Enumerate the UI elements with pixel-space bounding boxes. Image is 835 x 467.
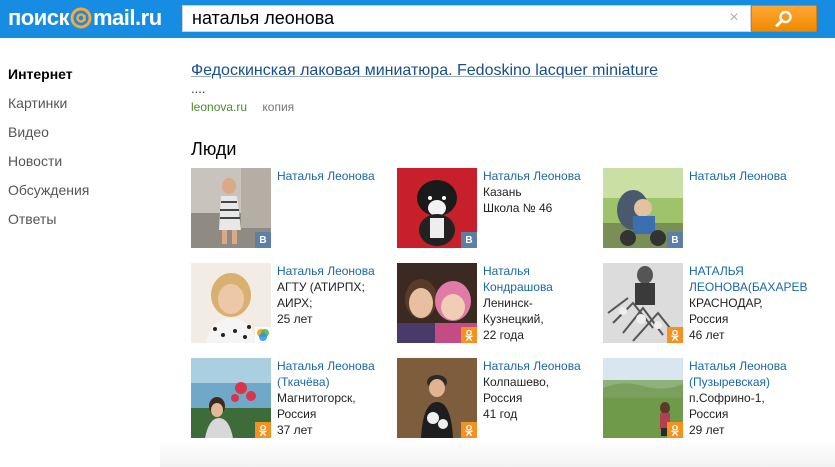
person-name-link[interactable]: Наталья bbox=[483, 263, 601, 279]
odnoklassniki-icon bbox=[255, 422, 271, 438]
result-cached-copy-link[interactable]: копия bbox=[262, 100, 294, 114]
person-name-link[interactable]: Наталья Леонова bbox=[483, 168, 601, 184]
result-meta: leonova.ru копия bbox=[191, 100, 811, 114]
person-info: Наталья Леонова bbox=[689, 168, 807, 184]
person-photo[interactable] bbox=[603, 358, 683, 438]
person-info: Наталья Леонова АГТУ (АТИРПХ; АИРХ; 25 л… bbox=[277, 263, 395, 327]
person-photo[interactable] bbox=[603, 263, 683, 343]
sidebar-item-answers[interactable]: Ответы bbox=[8, 211, 158, 240]
person-card: В Наталья Леонова Казань Школа № 46 bbox=[397, 168, 597, 250]
page-bottom-fade bbox=[160, 440, 835, 467]
person-info: Наталья Леонова (Пузыревская) п.Софрино-… bbox=[689, 358, 807, 438]
vkontakte-icon: В bbox=[255, 232, 271, 248]
person-info: НАТАЛЬЯ ЛЕОНОВА(БАХАРЕВА) КРАСНОДАР, Рос… bbox=[689, 263, 807, 343]
person-photo[interactable]: В bbox=[603, 168, 683, 248]
search-result: Федоскинская лаковая миниатюра. Fedoskin… bbox=[191, 62, 811, 114]
at-sign-logo-icon bbox=[70, 7, 92, 29]
magnifier-icon bbox=[775, 10, 792, 27]
person-card: НАТАЛЬЯ ЛЕОНОВА(БАХАРЕВА) КРАСНОДАР, Рос… bbox=[603, 263, 807, 345]
person-name-link-cont[interactable]: (Пузыревская) bbox=[689, 374, 807, 390]
person-country: Россия bbox=[483, 391, 523, 405]
person-name-link-cont[interactable]: (Ткачёва) bbox=[277, 374, 395, 390]
person-age: 22 года bbox=[483, 328, 524, 342]
sidebar-nav: Интернет Картинки Видео Новости Обсужден… bbox=[8, 66, 158, 240]
result-snippet: .... bbox=[191, 81, 206, 96]
odnoklassniki-icon bbox=[461, 422, 477, 438]
person-city-cont: Кузнецкий, bbox=[483, 312, 544, 326]
person-photo[interactable] bbox=[191, 358, 271, 438]
person-photo[interactable] bbox=[397, 263, 477, 343]
sidebar-item-internet[interactable]: Интернет bbox=[8, 66, 158, 95]
person-card: В Наталья Леонова bbox=[603, 168, 803, 250]
person-age: 37 лет bbox=[277, 423, 313, 437]
person-university: АГТУ (АТИРПХ; bbox=[277, 280, 365, 294]
person-card: Наталья Леонова Колпашево, Россия 41 год bbox=[397, 358, 597, 440]
search-input[interactable] bbox=[183, 6, 723, 31]
person-card: Наталья Леонова (Пузыревская) п.Софрино-… bbox=[603, 358, 803, 440]
person-age: 46 лет bbox=[689, 328, 725, 342]
people-section-title: Люди bbox=[191, 139, 237, 159]
person-info: Наталья Леонова (Ткачёва) Магнитогорск, … bbox=[277, 358, 395, 438]
result-url-link[interactable]: leonova.ru bbox=[191, 100, 247, 114]
result-title-link[interactable]: Федоскинская лаковая миниатюра. Fedoskin… bbox=[191, 62, 658, 80]
person-city: п.Софрино-1, bbox=[689, 391, 765, 405]
person-country: Россия bbox=[689, 407, 729, 421]
person-photo[interactable]: В bbox=[397, 168, 477, 248]
person-school: Школа № 46 bbox=[483, 201, 553, 215]
person-name-link-cont[interactable]: ЛЕОНОВА(БАХАРЕВА) bbox=[689, 279, 807, 295]
person-age: 25 лет bbox=[277, 312, 313, 326]
sidebar-item-images[interactable]: Картинки bbox=[8, 95, 158, 124]
person-photo[interactable] bbox=[191, 263, 271, 343]
vkontakte-icon: В bbox=[667, 232, 683, 248]
moi-mir-icon bbox=[255, 327, 271, 343]
person-photo[interactable] bbox=[397, 358, 477, 438]
header-bar: поиск mail.ru × bbox=[0, 0, 835, 38]
person-name-link[interactable]: Наталья Леонова bbox=[689, 358, 807, 374]
odnoklassniki-icon bbox=[667, 327, 683, 343]
odnoklassniki-icon bbox=[461, 327, 477, 343]
person-card: Наталья Леонова (Ткачёва) Магнитогорск, … bbox=[191, 358, 391, 440]
person-city: Колпашево, bbox=[483, 375, 550, 389]
person-name-link-cont[interactable]: Кондрашова bbox=[483, 279, 601, 295]
person-city: Магнитогорск, bbox=[277, 391, 356, 405]
odnoklassniki-icon bbox=[667, 422, 683, 438]
vkontakte-icon: В bbox=[461, 232, 477, 248]
person-city: Казань bbox=[483, 185, 522, 199]
sidebar-item-discussions[interactable]: Обсуждения bbox=[8, 182, 158, 211]
person-city: Ленинск- bbox=[483, 296, 533, 310]
person-info: Наталья Леонова Казань Школа № 46 bbox=[483, 168, 601, 216]
logo-text-right: mail.ru bbox=[93, 5, 162, 30]
person-card: В Наталья Леонова bbox=[191, 168, 391, 250]
person-card: Наталья Леонова АГТУ (АТИРПХ; АИРХ; 25 л… bbox=[191, 263, 391, 345]
person-name-link[interactable]: Наталья Леонова bbox=[689, 168, 807, 184]
person-country: Россия bbox=[689, 312, 729, 326]
person-card: Наталья Кондрашова Ленинск- Кузнецкий, 2… bbox=[397, 263, 597, 345]
person-photo[interactable]: В bbox=[191, 168, 271, 248]
person-name-link[interactable]: НАТАЛЬЯ bbox=[689, 263, 807, 279]
clear-search-icon[interactable]: × bbox=[726, 9, 742, 27]
sidebar-item-news[interactable]: Новости bbox=[8, 153, 158, 182]
person-age: 29 лет bbox=[689, 423, 725, 437]
logo-text-left: поиск bbox=[8, 5, 70, 30]
person-name-link[interactable]: Наталья Леонова bbox=[277, 263, 395, 279]
search-box: × bbox=[182, 5, 751, 32]
search-button[interactable] bbox=[751, 5, 817, 32]
person-info: Наталья Леонова Колпашево, Россия 41 год bbox=[483, 358, 601, 422]
person-city: КРАСНОДАР, bbox=[689, 296, 763, 310]
person-age: 41 год bbox=[483, 407, 518, 421]
person-name-link[interactable]: Наталья Леонова bbox=[277, 168, 395, 184]
person-name-link[interactable]: Наталья Леонова bbox=[483, 358, 601, 374]
sidebar-item-video[interactable]: Видео bbox=[8, 124, 158, 153]
person-info: Наталья Леонова bbox=[277, 168, 395, 184]
mail-ru-search-logo[interactable]: поиск mail.ru bbox=[8, 5, 162, 31]
person-country: Россия bbox=[277, 407, 317, 421]
person-name-link[interactable]: Наталья Леонова bbox=[277, 358, 395, 374]
person-info: Наталья Кондрашова Ленинск- Кузнецкий, 2… bbox=[483, 263, 601, 343]
person-university-cont: АИРХ; bbox=[277, 296, 313, 310]
